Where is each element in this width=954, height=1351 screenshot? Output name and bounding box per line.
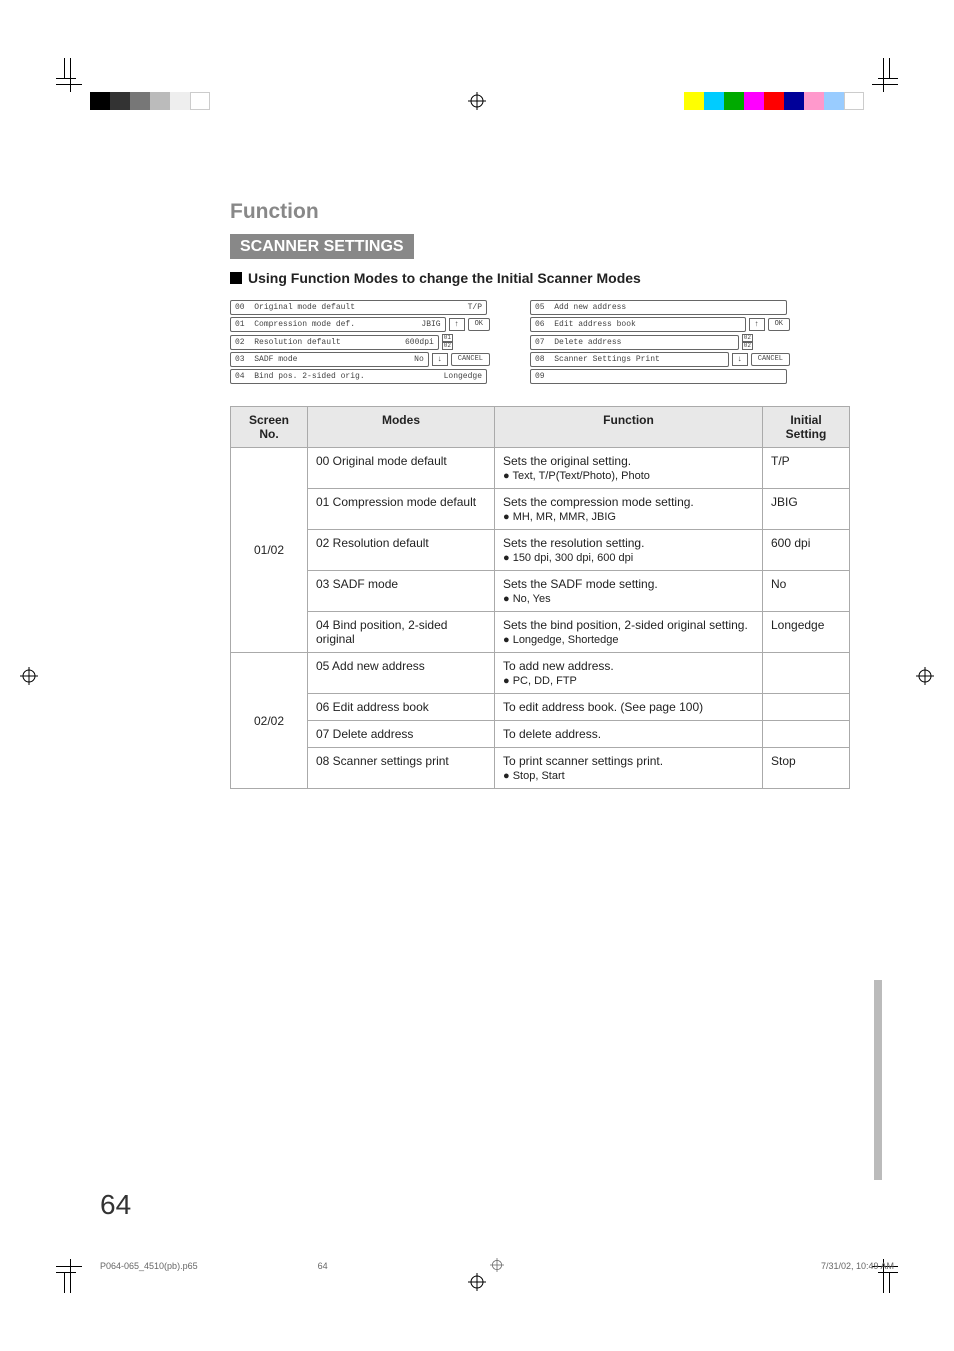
- th-screen-no: Screen No.: [231, 407, 308, 448]
- mode-cell: 04 Bind position, 2-sided original: [308, 612, 495, 653]
- function-cell: Sets the original setting.● Text, T/P(Te…: [495, 448, 763, 489]
- ok-button[interactable]: OK: [468, 318, 490, 331]
- ok-button[interactable]: OK: [768, 318, 790, 331]
- mode-cell: 07 Delete address: [308, 721, 495, 748]
- pager-indicator: 02: [742, 342, 753, 350]
- lcd-row[interactable]: 02 Resolution default600dpi: [230, 335, 439, 350]
- lcd-row[interactable]: 09: [530, 369, 787, 384]
- page-number: 64: [100, 1189, 131, 1221]
- mode-cell: 01 Compression mode default: [308, 489, 495, 530]
- initial-cell: Longedge: [763, 612, 850, 653]
- lcd-row[interactable]: 06 Edit address book: [530, 317, 746, 332]
- page-content: Function SCANNER SETTINGS Using Function…: [230, 200, 850, 789]
- down-arrow-button[interactable]: ↓: [732, 353, 748, 366]
- function-cell: Sets the resolution setting.● 150 dpi, 3…: [495, 530, 763, 571]
- registration-mark-top: [468, 92, 486, 110]
- lcd-row[interactable]: 00 Original mode defaultT/P: [230, 300, 487, 315]
- pager-indicator: 02: [442, 342, 453, 350]
- registration-mark-bottom: [468, 1273, 486, 1291]
- mode-cell: 06 Edit address book: [308, 694, 495, 721]
- footer-date: 7/31/02, 10:49 AM: [821, 1261, 894, 1271]
- table-row: 02 Resolution defaultSets the resolution…: [231, 530, 850, 571]
- registration-mark-left: [20, 667, 38, 685]
- lcd-row[interactable]: 05 Add new address: [530, 300, 787, 315]
- cancel-button[interactable]: CANCEL: [451, 353, 490, 366]
- function-cell: Sets the bind position, 2-sided original…: [495, 612, 763, 653]
- lcd-row[interactable]: 08 Scanner Settings Print: [530, 352, 729, 367]
- th-modes: Modes: [308, 407, 495, 448]
- table-row: 07 Delete addressTo delete address.: [231, 721, 850, 748]
- lcd-row[interactable]: 04 Bind pos. 2-sided orig.Longedge: [230, 369, 487, 384]
- cancel-button[interactable]: CANCEL: [751, 353, 790, 366]
- mode-cell: 08 Scanner settings print: [308, 748, 495, 789]
- registration-mark-right: [916, 667, 934, 685]
- function-cell: To print scanner settings print.● Stop, …: [495, 748, 763, 789]
- function-cell: To add new address.● PC, DD, FTP: [495, 653, 763, 694]
- initial-cell: Stop: [763, 748, 850, 789]
- footer-page: 64: [318, 1261, 328, 1271]
- title-bar: SCANNER SETTINGS: [230, 234, 414, 259]
- lcd-screen-1: 00 Original mode defaultT/P 01 Compressi…: [230, 300, 490, 386]
- table-row: 08 Scanner settings printTo print scanne…: [231, 748, 850, 789]
- table-row: 01/0200 Original mode defaultSets the or…: [231, 448, 850, 489]
- mode-cell: 03 SADF mode: [308, 571, 495, 612]
- th-initial: Initial Setting: [763, 407, 850, 448]
- lcd-row[interactable]: 07 Delete address: [530, 335, 739, 350]
- pager-indicator: 01: [442, 334, 453, 342]
- initial-cell: JBIG: [763, 489, 850, 530]
- footer-regmark: [490, 1258, 504, 1274]
- mode-cell: 05 Add new address: [308, 653, 495, 694]
- initial-cell: [763, 721, 850, 748]
- up-arrow-button[interactable]: ↑: [449, 318, 465, 331]
- initial-cell: [763, 653, 850, 694]
- initial-cell: T/P: [763, 448, 850, 489]
- crop-mark-tr: [874, 50, 914, 90]
- lcd-row[interactable]: 01 Compression mode def.JBIG: [230, 317, 446, 332]
- lcd-row[interactable]: 03 SADF modeNo: [230, 352, 429, 367]
- up-arrow-button[interactable]: ↑: [749, 318, 765, 331]
- pager-indicator: 02: [742, 334, 753, 342]
- subtitle: Using Function Modes to change the Initi…: [230, 270, 850, 286]
- initial-cell: 600 dpi: [763, 530, 850, 571]
- section-heading: Function: [230, 200, 850, 224]
- lcd-screen-2: 05 Add new address 06 Edit address book …: [530, 300, 790, 386]
- function-cell: To edit address book. (See page 100): [495, 694, 763, 721]
- function-cell: Sets the SADF mode setting.● No, Yes: [495, 571, 763, 612]
- initial-cell: [763, 694, 850, 721]
- mode-cell: 00 Original mode default: [308, 448, 495, 489]
- table-row: 04 Bind position, 2-sided originalSets t…: [231, 612, 850, 653]
- function-cell: Sets the compression mode setting.● MH, …: [495, 489, 763, 530]
- bullet-square-icon: [230, 272, 242, 284]
- footer-file: P064-065_4510(pb).p65: [100, 1261, 198, 1271]
- crop-mark-bl: [40, 1261, 80, 1301]
- th-function: Function: [495, 407, 763, 448]
- mode-cell: 02 Resolution default: [308, 530, 495, 571]
- down-arrow-button[interactable]: ↓: [432, 353, 448, 366]
- crop-mark-tl: [40, 50, 80, 90]
- footer: P064-065_4510(pb).p65 64 7/31/02, 10:49 …: [100, 1261, 894, 1271]
- function-cell: To delete address.: [495, 721, 763, 748]
- table-row: 03 SADF modeSets the SADF mode setting.●…: [231, 571, 850, 612]
- table-row: 02/0205 Add new addressTo add new addres…: [231, 653, 850, 694]
- settings-table: Screen No. Modes Function Initial Settin…: [230, 406, 850, 789]
- color-bar-left: [90, 92, 210, 110]
- table-row: 06 Edit address bookTo edit address book…: [231, 694, 850, 721]
- screen-no-cell: 01/02: [231, 448, 308, 653]
- table-row: 01 Compression mode defaultSets the comp…: [231, 489, 850, 530]
- side-stripe: [874, 980, 882, 1180]
- initial-cell: No: [763, 571, 850, 612]
- screen-no-cell: 02/02: [231, 653, 308, 789]
- color-bar-right: [684, 92, 864, 110]
